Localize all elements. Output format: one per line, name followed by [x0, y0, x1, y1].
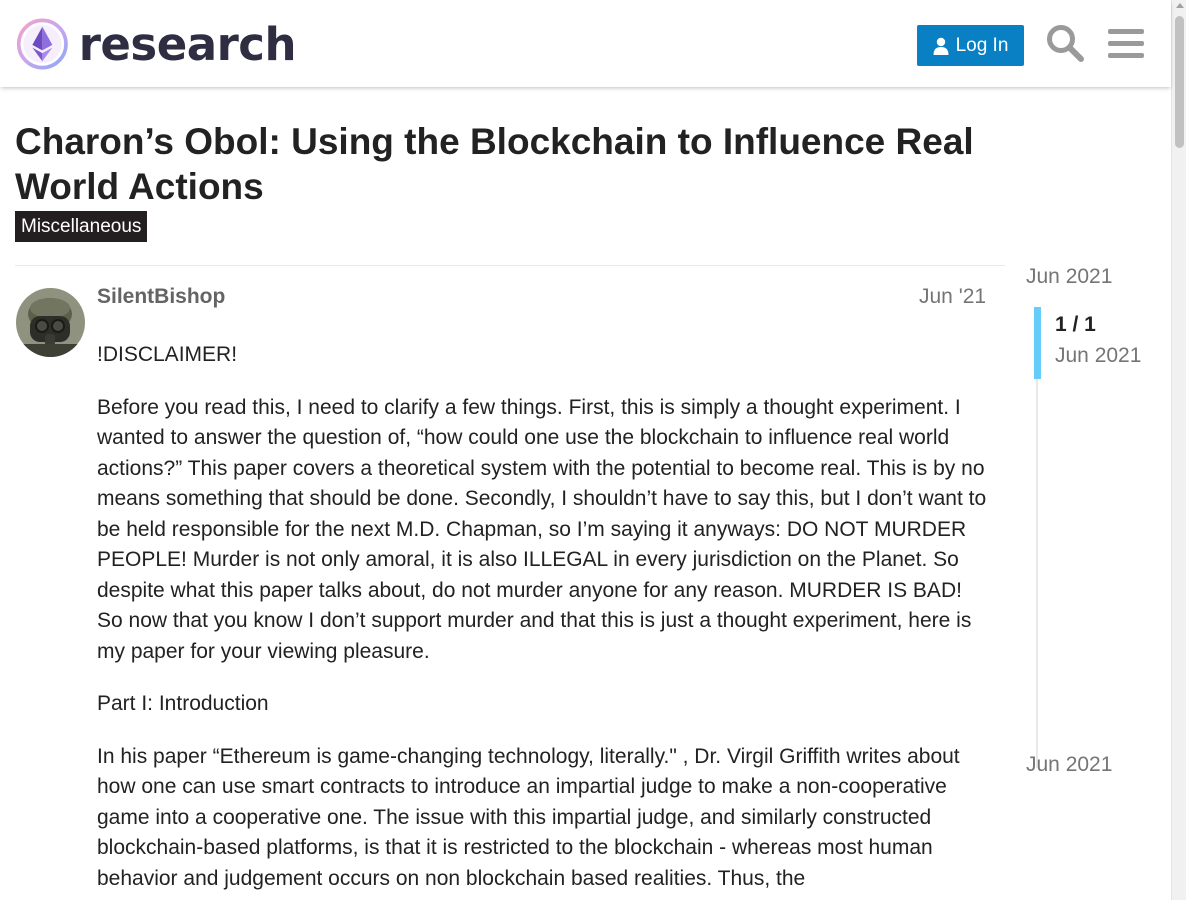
user-avatar-image	[16, 288, 85, 357]
post-username[interactable]: SilentBishop	[97, 285, 225, 309]
post-body: !DISCLAIMER! Before you read this, I nee…	[97, 340, 992, 900]
post-paragraph: !DISCLAIMER!	[97, 343, 238, 366]
scroll-up-arrow-icon[interactable]	[1175, 3, 1184, 8]
timeline-current-date: Jun 2021	[1055, 344, 1142, 367]
post-paragraph: Part I: Introduction	[97, 692, 269, 715]
site-logo[interactable]: research	[16, 14, 297, 74]
timeline-end-date[interactable]: Jun 2021	[1026, 753, 1112, 777]
title-divider	[15, 265, 1005, 266]
timeline-start-date[interactable]: Jun 2021	[1026, 265, 1112, 289]
page-scrollbar[interactable]	[1171, 0, 1186, 900]
category-badge[interactable]: Miscellaneous	[15, 211, 148, 242]
post-date[interactable]: Jun '21	[919, 285, 986, 309]
post-paragraph: Before you read this, I need to clarify …	[97, 395, 987, 663]
hamburger-menu-button[interactable]	[1106, 22, 1146, 64]
user-icon	[933, 37, 949, 55]
topic-title[interactable]: Charon’s Obol: Using the Blockchain to I…	[15, 119, 1025, 209]
login-button-label: Log In	[955, 34, 1009, 56]
ethereum-research-logo-icon	[16, 18, 68, 70]
logo-text: research	[78, 17, 297, 71]
post-paragraph: In his paper “Ethereum is game-changing …	[97, 744, 960, 890]
search-icon	[1047, 25, 1084, 62]
timeline-post-count: 1 / 1	[1055, 313, 1096, 336]
site-header: research Log In	[0, 0, 1171, 87]
scrollbar-thumb[interactable]	[1175, 16, 1184, 148]
login-button[interactable]: Log In	[917, 25, 1024, 66]
timeline-scroll-handle[interactable]	[1034, 307, 1041, 379]
search-button[interactable]	[1044, 22, 1086, 64]
avatar[interactable]	[16, 288, 85, 357]
hamburger-menu-icon	[1108, 29, 1144, 58]
